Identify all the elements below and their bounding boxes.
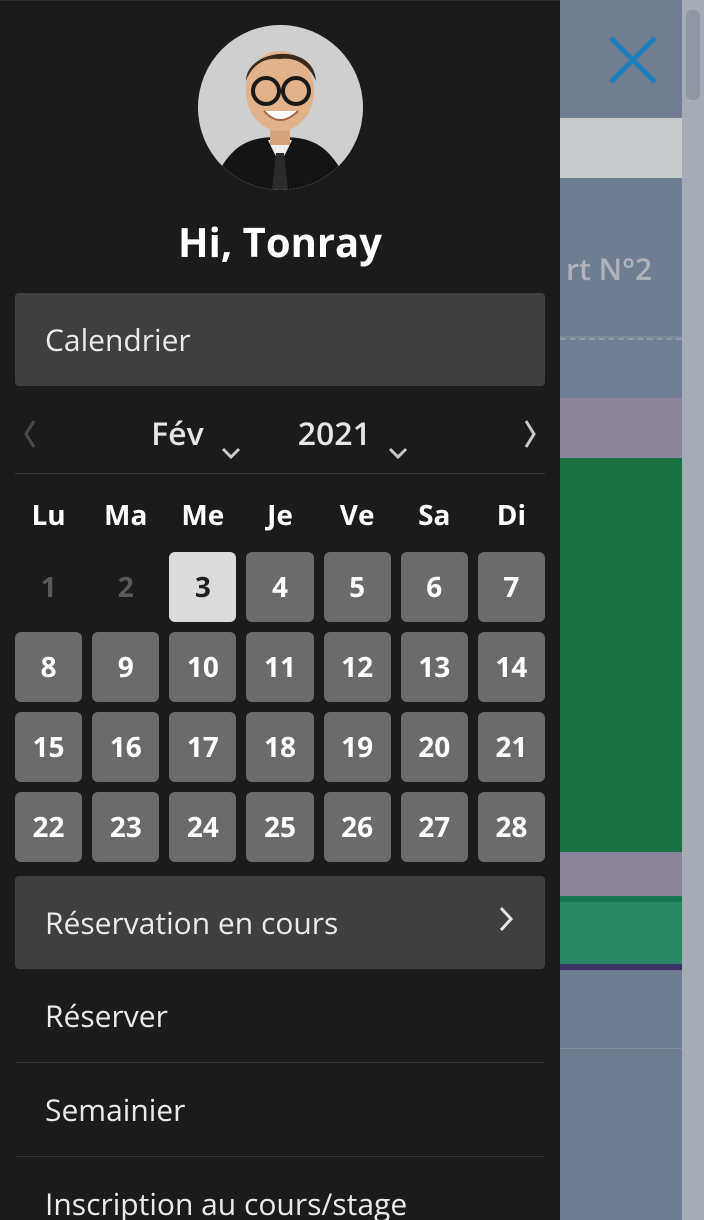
calendar-day[interactable]: 23 bbox=[92, 792, 159, 862]
year-select[interactable]: 2021 bbox=[288, 412, 419, 455]
calendar-day[interactable]: 9 bbox=[92, 632, 159, 702]
chevron-right-icon bbox=[497, 902, 515, 943]
menu-label: Réservation en cours bbox=[45, 902, 338, 943]
close-button[interactable] bbox=[578, 12, 688, 112]
menu-reserve[interactable]: Réserver bbox=[15, 969, 545, 1062]
calendar: Lu Ma Me Je Ve Sa Di 1234567891011121314… bbox=[0, 474, 560, 862]
next-month-button[interactable] bbox=[500, 417, 560, 451]
calendar-day[interactable]: 26 bbox=[324, 792, 391, 862]
calendar-day[interactable]: 16 bbox=[92, 712, 159, 782]
calendar-day[interactable]: 28 bbox=[478, 792, 545, 862]
chevron-down-icon bbox=[387, 427, 409, 441]
sidebar-panel: Hi, Tonray Calendrier Fév 2021 bbox=[0, 0, 560, 1220]
month-nav: Fév 2021 bbox=[0, 404, 560, 463]
calendar-day[interactable]: 25 bbox=[246, 792, 313, 862]
calendar-day[interactable]: 13 bbox=[401, 632, 468, 702]
schedule-header-fragment: rt N°2 bbox=[560, 178, 682, 338]
calendar-day[interactable]: 8 bbox=[15, 632, 82, 702]
calendar-day[interactable]: 14 bbox=[478, 632, 545, 702]
calendar-day[interactable]: 20 bbox=[401, 712, 468, 782]
calendar-day-prev: 2 bbox=[92, 552, 159, 622]
avatar bbox=[198, 25, 363, 190]
weekday-head: Ve bbox=[324, 488, 391, 552]
scrollbar[interactable] bbox=[682, 0, 704, 1220]
scrollbar-thumb[interactable] bbox=[686, 10, 700, 100]
menu-label: Réserver bbox=[45, 995, 168, 1036]
weekday-head: Me bbox=[169, 488, 236, 552]
weekday-head: Di bbox=[478, 488, 545, 552]
prev-month-button[interactable] bbox=[0, 417, 60, 451]
weekday-head: Je bbox=[246, 488, 313, 552]
calendar-day[interactable]: 4 bbox=[246, 552, 313, 622]
calendar-grid: 1234567891011121314151617181920212223242… bbox=[15, 552, 545, 862]
calendar-day-prev: 1 bbox=[15, 552, 82, 622]
calendar-day[interactable]: 5 bbox=[324, 552, 391, 622]
weekday-head: Sa bbox=[401, 488, 468, 552]
schedule-header-text: rt N°2 bbox=[566, 248, 652, 289]
calendar-day[interactable]: 21 bbox=[478, 712, 545, 782]
calendar-day[interactable]: 17 bbox=[169, 712, 236, 782]
calendar-day[interactable]: 11 bbox=[246, 632, 313, 702]
calendar-day[interactable]: 22 bbox=[15, 792, 82, 862]
calendar-day[interactable]: 19 bbox=[324, 712, 391, 782]
weekday-head: Lu bbox=[15, 488, 82, 552]
calendar-day[interactable]: 27 bbox=[401, 792, 468, 862]
calendar-day[interactable]: 24 bbox=[169, 792, 236, 862]
menu-label: Semainier bbox=[45, 1089, 185, 1130]
calendar-day-selected[interactable]: 3 bbox=[169, 552, 236, 622]
year-label: 2021 bbox=[298, 412, 371, 455]
calendar-day[interactable]: 7 bbox=[478, 552, 545, 622]
section-calendar-label: Calendrier bbox=[15, 293, 545, 386]
chevron-down-icon bbox=[220, 427, 242, 441]
calendar-day[interactable]: 10 bbox=[169, 632, 236, 702]
menu-inscription[interactable]: Inscription au cours/stage bbox=[15, 1157, 545, 1220]
month-select[interactable]: Fév bbox=[141, 412, 252, 455]
calendar-day[interactable]: 6 bbox=[401, 552, 468, 622]
menu-label: Inscription au cours/stage bbox=[45, 1183, 407, 1220]
calendar-day[interactable]: 18 bbox=[246, 712, 313, 782]
menu-weekly[interactable]: Semainier bbox=[15, 1063, 545, 1156]
menu-reservation-active[interactable]: Réservation en cours bbox=[15, 876, 545, 969]
greeting-text: Hi, Tonray bbox=[0, 214, 560, 269]
weekday-head: Ma bbox=[92, 488, 159, 552]
calendar-day[interactable]: 12 bbox=[324, 632, 391, 702]
background-schedule: rt N°2 bbox=[560, 0, 704, 1220]
close-icon bbox=[605, 32, 661, 93]
calendar-weekday-row: Lu Ma Me Je Ve Sa Di bbox=[15, 488, 545, 552]
calendar-day[interactable]: 15 bbox=[15, 712, 82, 782]
month-label: Fév bbox=[151, 412, 204, 455]
